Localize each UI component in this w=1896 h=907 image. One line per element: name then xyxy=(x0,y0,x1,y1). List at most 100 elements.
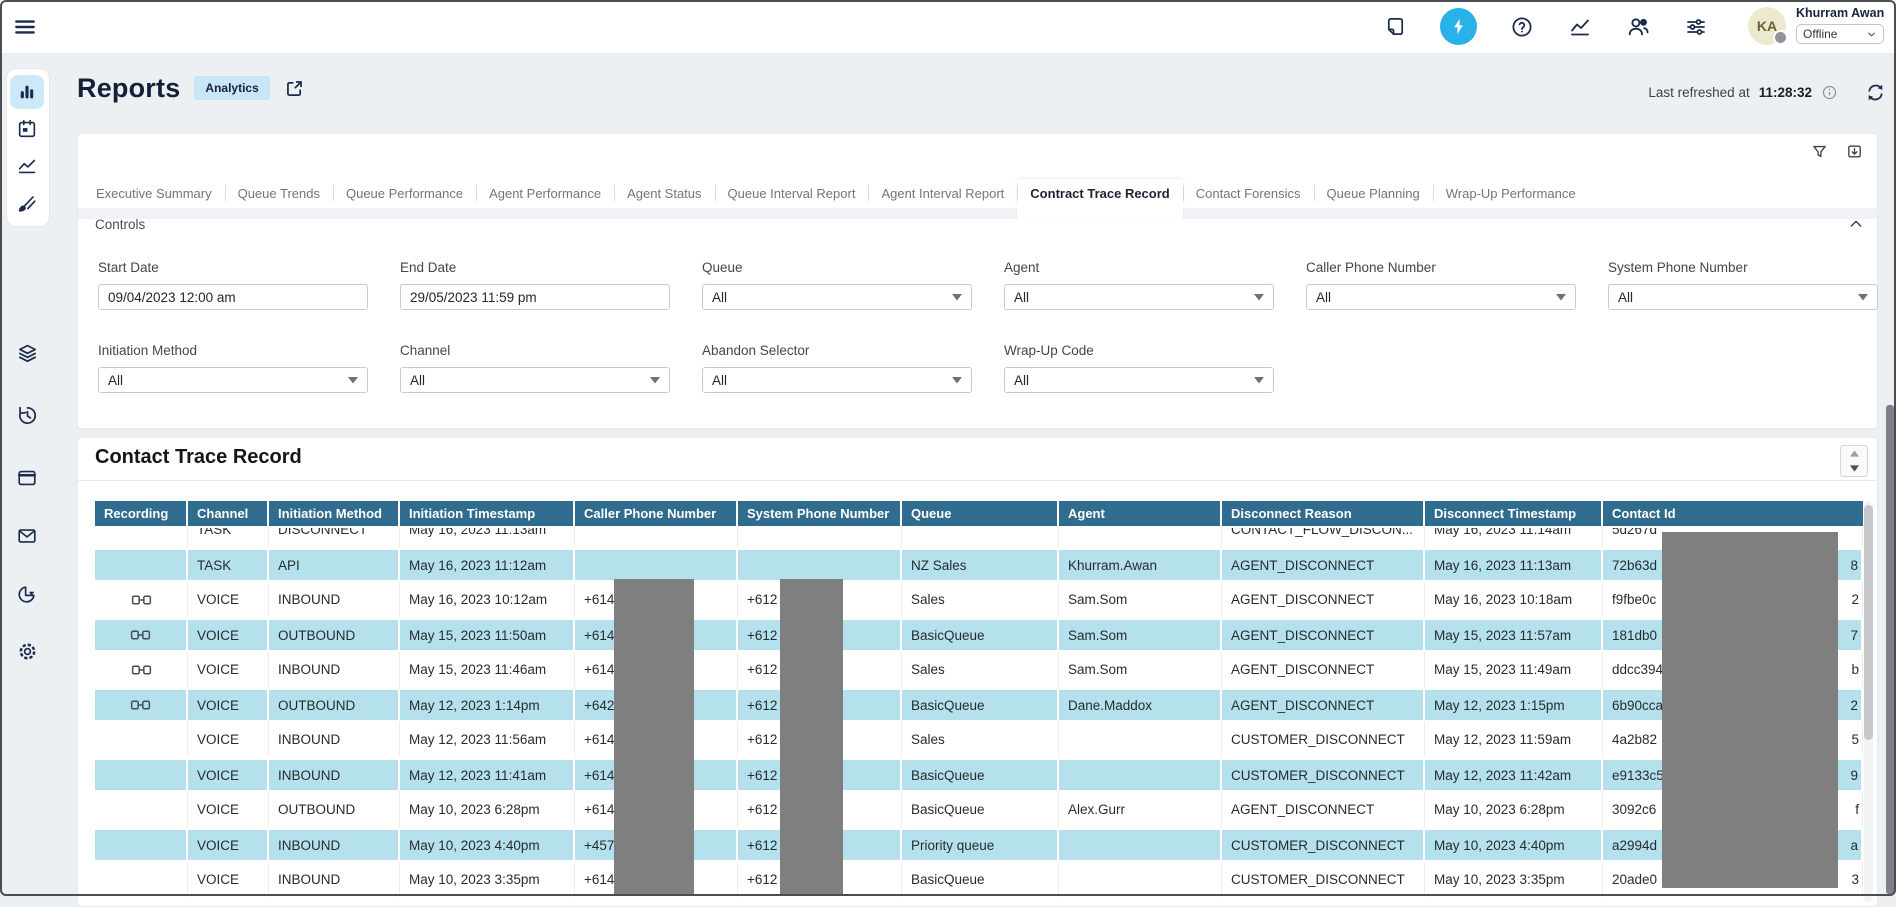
tab-contract-trace-record[interactable]: Contract Trace Record xyxy=(1017,179,1182,219)
cell-queue: BasicQueue xyxy=(902,792,1059,827)
sliders-icon[interactable] xyxy=(1683,14,1709,40)
recording-icon[interactable] xyxy=(131,593,152,607)
cell-recording xyxy=(95,652,188,687)
step-down-icon[interactable] xyxy=(1841,461,1867,476)
avatar[interactable]: KA xyxy=(1748,7,1786,45)
menu-icon[interactable] xyxy=(12,14,38,40)
redaction-overlay-contact-id xyxy=(1662,532,1838,888)
help-icon[interactable] xyxy=(1509,14,1535,40)
tab-agent-performance[interactable]: Agent Performance xyxy=(476,179,614,208)
flash-icon[interactable] xyxy=(1440,8,1477,45)
report-tabs: Executive SummaryQueue TrendsQueue Perfo… xyxy=(78,179,1877,219)
notes-icon[interactable] xyxy=(1382,14,1408,40)
table-scrollbar-thumb[interactable] xyxy=(1864,505,1873,740)
col-header-disconnect-reason: Disconnect Reason xyxy=(1222,501,1425,528)
sidebar-item-history-icon[interactable] xyxy=(10,398,44,432)
sidebar-item-window-icon[interactable] xyxy=(10,461,44,495)
select-queue[interactable]: All xyxy=(702,284,972,310)
cell-system-phone xyxy=(738,528,902,547)
recording-icon[interactable] xyxy=(130,628,151,642)
sidebar-item-bar-chart-icon[interactable] xyxy=(10,75,44,109)
tab-agent-status[interactable]: Agent Status xyxy=(614,179,714,208)
card-actions xyxy=(1811,143,1863,160)
table-row: TASKAPIMay 16, 2023 11:12amNZ SalesKhurr… xyxy=(95,547,1863,582)
step-up-icon[interactable] xyxy=(1841,446,1867,461)
agent-status-select[interactable]: Offline xyxy=(1796,24,1884,44)
topbar-icon-group xyxy=(1382,0,1709,53)
tab-queue-trends[interactable]: Queue Trends xyxy=(225,179,333,208)
cell-queue: BasicQueue xyxy=(902,617,1059,652)
cell-initiation-timestamp: May 16, 2023 10:12am xyxy=(400,582,575,617)
cell-disconnect-reason: CUSTOMER_DISCONNECT xyxy=(1222,827,1425,862)
select-abandon-selector[interactable]: All xyxy=(702,367,972,393)
tab-queue-planning[interactable]: Queue Planning xyxy=(1314,179,1433,208)
filter-label-end-date: End Date xyxy=(400,260,702,275)
info-icon[interactable] xyxy=(1821,84,1838,101)
refresh-icon[interactable] xyxy=(1865,82,1886,103)
select-channel[interactable]: All xyxy=(400,367,670,393)
cell-agent xyxy=(1059,827,1222,862)
sidebar-item-pie-chart-icon[interactable] xyxy=(10,577,44,611)
tab-contact-forensics[interactable]: Contact Forensics xyxy=(1183,179,1314,208)
cell-queue: Priority queue xyxy=(902,827,1059,862)
cell-recording xyxy=(95,792,188,827)
cell-caller-phone xyxy=(575,528,738,547)
users-icon[interactable] xyxy=(1625,14,1651,40)
cell-channel: VOICE xyxy=(188,687,269,722)
select-wrap-up-code[interactable]: All xyxy=(1004,367,1274,393)
cell-channel: VOICE xyxy=(188,617,269,652)
tab-wrap-up-performance[interactable]: Wrap-Up Performance xyxy=(1433,179,1589,208)
cell-recording xyxy=(95,827,188,862)
cell-recording xyxy=(95,617,188,652)
sidebar-item-calendar-icon[interactable] xyxy=(10,112,44,146)
tab-executive-summary[interactable]: Executive Summary xyxy=(83,179,225,208)
sidebar-item-gear-icon[interactable] xyxy=(10,634,44,668)
filter-start-date: Start Date09/04/2023 12:00 am xyxy=(98,260,400,310)
sidebar-item-mail-icon[interactable] xyxy=(10,519,44,553)
cell-agent: Khurram.Awan xyxy=(1059,547,1222,582)
sidebar-item-layers-icon[interactable] xyxy=(10,336,44,370)
contact-trace-table: RecordingChannelInitiation MethodInitiat… xyxy=(95,501,1863,897)
input-end-date[interactable]: 29/05/2023 11:59 pm xyxy=(400,284,670,310)
recording-icon[interactable] xyxy=(131,663,152,677)
cell-disconnect-timestamp: May 16, 2023 11:13am xyxy=(1425,547,1603,582)
input-start-date[interactable]: 09/04/2023 12:00 am xyxy=(98,284,368,310)
select-initiation-method[interactable]: All xyxy=(98,367,368,393)
dropdown-arrow-icon xyxy=(348,377,358,384)
cell-initiation-method: OUTBOUND xyxy=(269,687,400,722)
cell-queue: Sales xyxy=(902,722,1059,757)
filter-agent: AgentAll xyxy=(1004,260,1306,310)
recording-icon[interactable] xyxy=(130,698,151,712)
filter-label-queue: Queue xyxy=(702,260,1004,275)
filter-value: All xyxy=(1618,290,1633,305)
page-scrollbar-thumb[interactable] xyxy=(1886,405,1894,894)
collapse-chevron-up-icon[interactable] xyxy=(1848,216,1864,232)
tab-queue-interval-report[interactable]: Queue Interval Report xyxy=(715,179,869,208)
cell-initiation-timestamp: May 15, 2023 11:46am xyxy=(400,652,575,687)
table-scrollbar[interactable] xyxy=(1864,501,1873,902)
cell-agent xyxy=(1059,757,1222,792)
filter-icon[interactable] xyxy=(1811,143,1828,160)
col-header-initiation-method: Initiation Method xyxy=(269,501,400,528)
select-system-phone-number[interactable]: All xyxy=(1608,284,1878,310)
cell-disconnect-reason: AGENT_DISCONNECT xyxy=(1222,617,1425,652)
dropdown-arrow-icon xyxy=(650,377,660,384)
cell-recording xyxy=(95,528,188,547)
sidebar-item-line-chart-icon[interactable] xyxy=(10,149,44,183)
external-link-icon[interactable] xyxy=(284,78,305,99)
select-caller-phone-number[interactable]: All xyxy=(1306,284,1576,310)
cell-disconnect-timestamp: May 10, 2023 3:35pm xyxy=(1425,862,1603,897)
dropdown-arrow-icon xyxy=(952,294,962,301)
tab-queue-performance[interactable]: Queue Performance xyxy=(333,179,476,208)
sidebar-item-brush-icon[interactable] xyxy=(10,186,44,220)
cell-channel: VOICE xyxy=(188,582,269,617)
select-agent[interactable]: All xyxy=(1004,284,1274,310)
chevron-down-icon xyxy=(1866,29,1877,40)
cell-disconnect-timestamp: May 15, 2023 11:57am xyxy=(1425,617,1603,652)
tab-agent-interval-report[interactable]: Agent Interval Report xyxy=(868,179,1017,208)
col-header-contact-id: Contact Id xyxy=(1603,501,1863,528)
metrics-icon[interactable] xyxy=(1567,14,1593,40)
filter-caller-phone-number: Caller Phone NumberAll xyxy=(1306,260,1608,310)
filter-label-wrap-up-code: Wrap-Up Code xyxy=(1004,343,1306,358)
download-icon[interactable] xyxy=(1846,143,1863,160)
